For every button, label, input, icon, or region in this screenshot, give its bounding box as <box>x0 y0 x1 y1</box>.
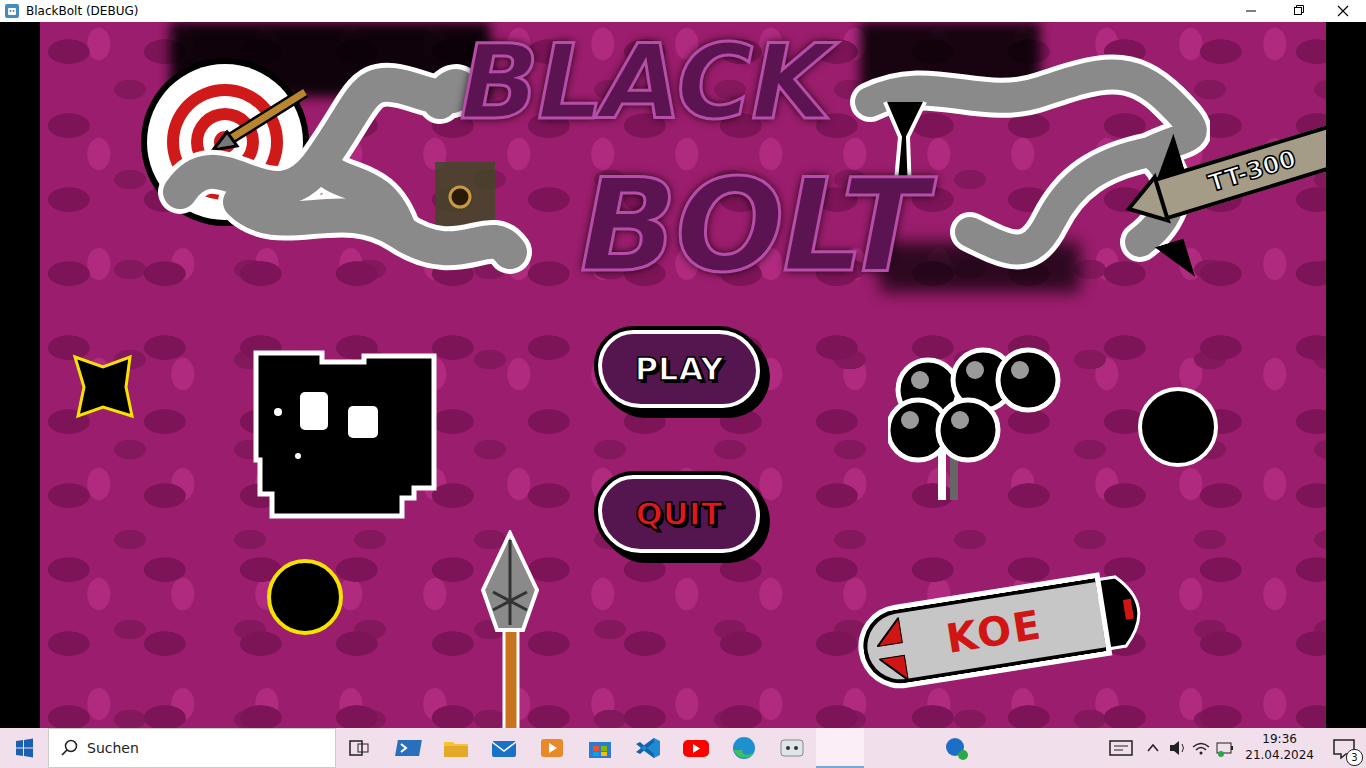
file-explorer-icon[interactable] <box>432 728 480 768</box>
menu-button-label[interactable]: PLAY <box>635 350 724 388</box>
store-icon[interactable] <box>576 728 624 768</box>
minimize-icon[interactable] <box>1228 0 1274 22</box>
taskbar: Suchen 19:3621.04.2024 3 <box>0 728 1366 768</box>
volume-icon[interactable] <box>1165 728 1189 768</box>
powershell-icon[interactable] <box>384 728 432 768</box>
search-icon <box>61 739 79 757</box>
clock-time[interactable]: 19:36 <box>1262 732 1297 748</box>
balloon-cluster-icon <box>888 340 1068 510</box>
menu-button[interactable]: QUIT <box>598 475 760 553</box>
black-orb-icon <box>265 557 345 637</box>
mail-icon[interactable] <box>480 728 528 768</box>
game-logo: BLACK <box>460 30 830 134</box>
menu-button[interactable]: PLAY <box>598 330 760 408</box>
letterbox-left <box>0 22 40 728</box>
missile-cap-icon <box>1095 569 1162 651</box>
app-icon <box>4 3 20 19</box>
battery-icon[interactable] <box>1213 728 1237 768</box>
taskbar-search[interactable]: Suchen <box>48 728 336 768</box>
window-title: BlackBolt (DEBUG) <box>26 4 1228 18</box>
news-icon[interactable] <box>1101 728 1141 768</box>
game-canvas: BLACK BOLT PLAY QUIT TT-300 KOE <box>40 22 1326 728</box>
missile-sprite: KOE <box>858 569 1162 688</box>
game-engine-icon[interactable] <box>768 728 816 768</box>
clock-date[interactable]: 21.04.2024 <box>1245 748 1314 764</box>
fin-icon <box>1155 238 1195 285</box>
taskbar-clock[interactable]: 19:3621.04.2024 <box>1237 732 1322 763</box>
media-player-icon[interactable] <box>528 728 576 768</box>
active-app-button[interactable] <box>816 728 864 768</box>
window-controls <box>1228 0 1366 22</box>
task-view-icon[interactable] <box>336 728 384 768</box>
spear-icon <box>475 530 545 728</box>
creature-icon <box>250 346 440 528</box>
system-tray: 19:3621.04.2024 3 <box>1101 728 1366 768</box>
game-logo: BOLT <box>580 162 926 290</box>
menu-button-label[interactable]: QUIT <box>636 495 723 533</box>
maximize-icon[interactable] <box>1274 0 1320 22</box>
close-icon[interactable] <box>1320 0 1366 22</box>
missile-label: TT-300 <box>1205 145 1299 198</box>
game-viewport: BLACK BOLT PLAY QUIT TT-300 KOE <box>0 22 1366 728</box>
chevron-up-icon[interactable] <box>1141 728 1165 768</box>
letterbox-right <box>1326 22 1366 728</box>
missile-label: KOE <box>943 601 1046 662</box>
notification-badge: 3 <box>1346 749 1363 766</box>
taskbar-search-label[interactable]: Suchen <box>87 740 139 756</box>
windows-start-icon[interactable] <box>0 728 48 768</box>
fin-icon <box>873 617 903 647</box>
black-orb-icon <box>1136 385 1220 469</box>
title-bar: BlackBolt (DEBUG) <box>0 0 1366 22</box>
fin-icon <box>879 655 909 685</box>
vscode-icon[interactable] <box>624 728 672 768</box>
missile-body: KOE <box>858 578 1107 689</box>
edge-icon[interactable] <box>720 728 768 768</box>
wifi-icon[interactable] <box>1189 728 1213 768</box>
notification-center[interactable]: 3 <box>1322 728 1366 768</box>
bowtie-icon <box>70 352 136 422</box>
youtube-icon[interactable] <box>672 728 720 768</box>
help-icon[interactable] <box>933 728 981 768</box>
